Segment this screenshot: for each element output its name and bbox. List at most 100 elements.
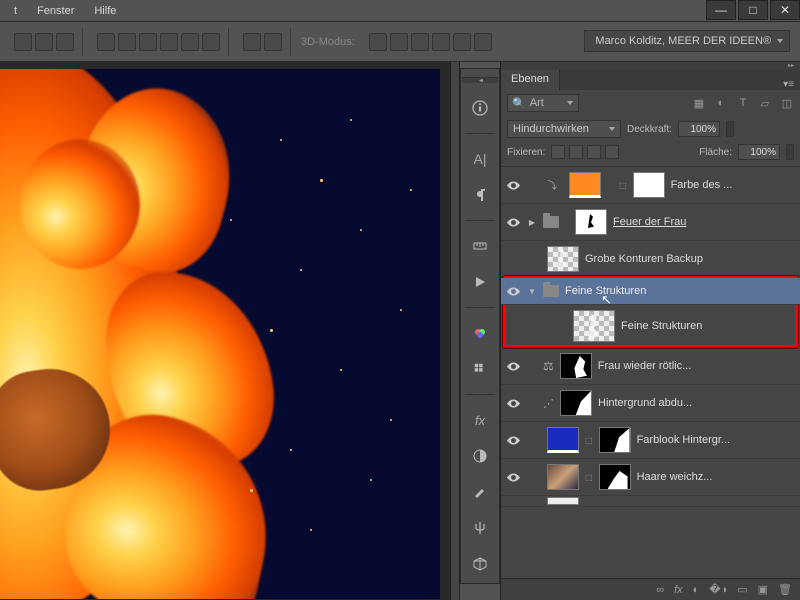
opt-distribute-6[interactable] [202,33,220,51]
menu-item-fenster[interactable]: Fenster [27,3,84,19]
opacity-scrubber[interactable] [726,121,734,137]
filter-type-icon[interactable]: T [736,96,750,110]
adjustments-icon[interactable] [469,445,491,467]
panel-collapse-handle[interactable] [501,62,800,70]
close-button[interactable]: ✕ [770,0,800,20]
layer-name[interactable]: Haare weichz... [637,471,796,483]
menu-item-t[interactable]: t [4,3,27,19]
blend-mode-select[interactable]: Hindurchwirken [507,120,621,138]
visibility-toggle[interactable]: ● [531,318,547,334]
layer-mask[interactable] [599,427,631,453]
adjustment-layer-icon[interactable]: �◑ [709,583,727,596]
mask-link-icon[interactable]: ⬚ [619,181,627,190]
visibility-toggle[interactable] [505,283,521,299]
layer-row[interactable]: ● Grobe Konturen Backup [501,241,800,278]
layer-name[interactable]: Grobe Konturen Backup [585,253,796,265]
layer-row-selected[interactable]: ▼ Feine Strukturen ↖ [501,278,800,305]
opt-space-2[interactable] [264,33,282,51]
brushes-icon[interactable] [469,481,491,503]
layer-kind-filter[interactable]: 🔍 Art [507,94,579,112]
lock-transparency[interactable] [551,145,565,159]
disclosure-triangle[interactable]: ▶ [527,218,537,227]
filter-shape-icon[interactable]: ▱ [758,96,772,110]
layer-name[interactable]: Hintergrund abdu... [598,397,796,409]
disclosure-triangle[interactable]: ▼ [527,287,537,296]
play-icon[interactable] [469,271,491,293]
mask-icon[interactable]: ◐ [693,584,700,596]
menu-item-hilfe[interactable]: Hilfe [84,3,126,19]
visibility-toggle[interactable] [505,395,521,411]
fx-icon[interactable]: fx [674,584,683,596]
mask-link-icon[interactable]: ⬚ [585,436,593,445]
visibility-toggle[interactable]: ● [505,251,521,267]
visibility-toggle[interactable] [505,496,521,507]
styles-icon[interactable]: fx [469,409,491,431]
trash-icon[interactable]: 🗑 [778,583,792,596]
color-icon[interactable] [469,322,491,344]
layer-mask[interactable] [599,464,631,490]
opt-distribute-4[interactable] [160,33,178,51]
opt-distribute-3[interactable] [139,33,157,51]
layer-name[interactable]: Feine Strukturen [565,285,796,297]
3d-icon-3[interactable] [411,33,429,51]
3d-icon-5[interactable] [453,33,471,51]
layer-row[interactable]: ⬚ Farblook Hintergr... [501,422,800,459]
document-canvas[interactable] [0,69,440,599]
opt-space-1[interactable] [243,33,261,51]
lock-position[interactable] [587,145,601,159]
maximize-button[interactable]: □ [738,0,768,20]
tab-ebenen[interactable]: Ebenen [501,70,560,90]
mask-link-icon[interactable]: ⬚ [585,473,593,482]
layer-name[interactable]: Feuer der Frau [613,216,796,228]
opt-distribute-2[interactable] [118,33,136,51]
layer-name[interactable]: Frau wieder rötlic... [598,360,796,372]
visibility-toggle[interactable] [505,469,521,485]
filter-smart-icon[interactable]: ◫ [780,96,794,110]
3d-icon-6[interactable] [474,33,492,51]
visibility-toggle[interactable] [505,432,521,448]
filter-adjust-icon[interactable]: ◐ [714,96,728,110]
opacity-value[interactable]: 100% [678,121,720,137]
opt-distribute-5[interactable] [181,33,199,51]
layer-row[interactable]: ⬚ Haare weichz... [501,459,800,496]
character-icon[interactable]: A| [469,148,491,170]
ruler-icon[interactable] [469,235,491,257]
paragraph-icon[interactable] [469,184,491,206]
layer-row[interactable]: ⤵ ⬚ Farbe des ... [501,167,800,204]
fill-value[interactable]: 100% [738,144,780,160]
workspace-selector[interactable]: Marco Kolditz, MEER DER IDEEN® [584,30,790,52]
visibility-toggle[interactable] [505,177,521,193]
info-icon[interactable] [469,97,491,119]
layer-name[interactable]: Farblook Hintergr... [637,434,796,446]
layer-row[interactable]: ▶ Feuer der Frau [501,204,800,241]
layer-name[interactable]: Farbe des ... [671,179,796,191]
panel-menu-icon[interactable]: ▾≡ [777,79,800,90]
lock-pixels[interactable] [569,145,583,159]
layer-mask[interactable] [575,209,607,235]
group-icon[interactable]: ▭ [737,583,747,596]
layer-row-partial[interactable] [501,496,800,507]
opt-distribute-1[interactable] [97,33,115,51]
3d-icon-4[interactable] [432,33,450,51]
trident-icon[interactable] [469,517,491,539]
visibility-toggle[interactable] [505,358,521,374]
fill-scrubber[interactable] [786,144,794,160]
dock-collapse-handle[interactable] [462,77,498,83]
new-layer-icon[interactable]: ▣ [758,583,768,596]
link-layers-icon[interactable]: ∞ [656,584,664,596]
layer-mask[interactable] [633,172,665,198]
swatches-icon[interactable] [469,358,491,380]
opt-align-3[interactable] [56,33,74,51]
minimize-button[interactable]: — [706,0,736,20]
lock-all[interactable] [605,145,619,159]
visibility-toggle[interactable] [505,214,521,230]
3d-icon-1[interactable] [369,33,387,51]
filter-image-icon[interactable]: ▦ [692,96,706,110]
opt-align-1[interactable] [14,33,32,51]
layer-row[interactable]: ● Feine Strukturen [501,305,800,348]
layer-row[interactable]: ⋰ Hintergrund abdu... [501,385,800,422]
threed-panel-icon[interactable] [469,553,491,575]
opt-align-2[interactable] [35,33,53,51]
panel-divider[interactable] [450,62,460,600]
3d-icon-2[interactable] [390,33,408,51]
